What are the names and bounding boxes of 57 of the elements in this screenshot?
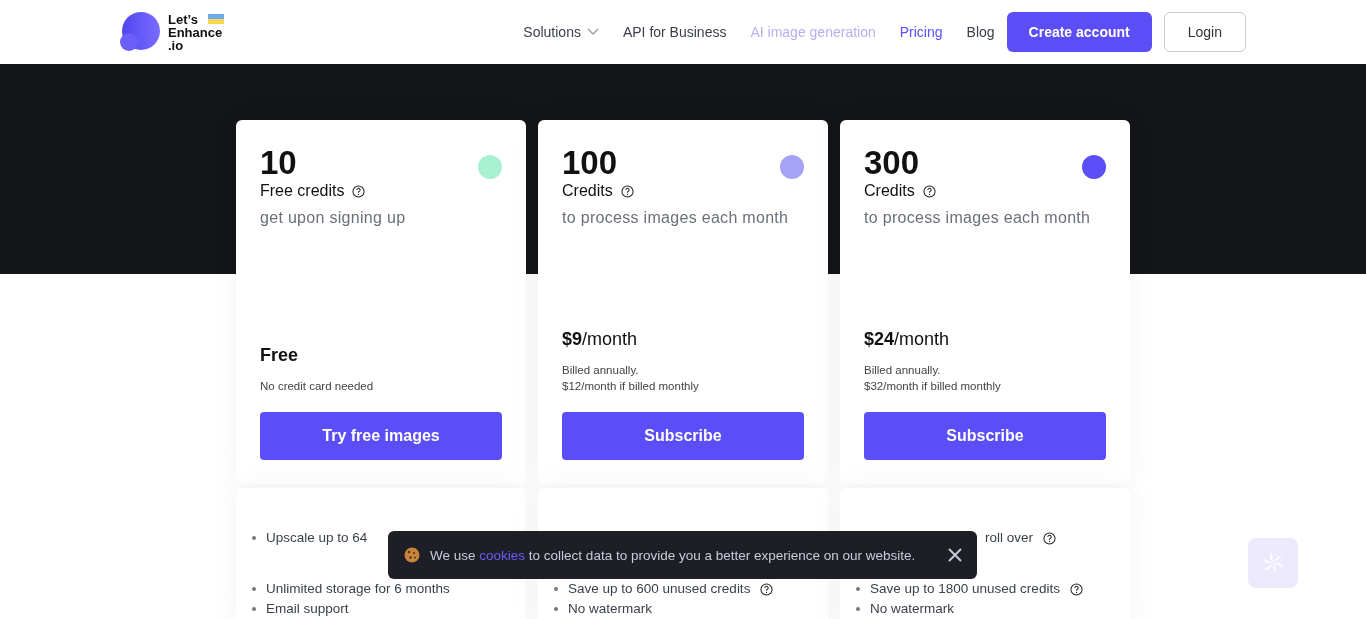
logo-icon[interactable] (120, 12, 162, 52)
bullet-icon (252, 587, 256, 591)
feature-text: Save up to 600 unused credits (568, 581, 751, 597)
plan-price: Free (260, 345, 300, 366)
cookies-link[interactable]: cookies (479, 547, 526, 563)
feature-text: No watermark (568, 601, 653, 617)
credit-amount: 100 (562, 146, 618, 180)
subscribe-button[interactable]: Subscribe (562, 412, 804, 460)
feature-text: Email support (266, 601, 349, 617)
plan-description: to process images each month (864, 209, 1092, 227)
plan-price: $9/month (562, 329, 639, 350)
help-icon[interactable] (352, 184, 366, 198)
help-icon[interactable] (760, 582, 774, 596)
try-free-button[interactable]: Try free images (260, 412, 502, 460)
flag-icon (207, 14, 224, 24)
help-icon[interactable] (922, 184, 936, 198)
feature-text: roll over (985, 530, 1033, 546)
nav-link[interactable]: Pricing (899, 24, 943, 40)
cookie-message: We use cookies to collect data to provide you a better experience on our website. (430, 547, 917, 563)
logo-text[interactable]: Let’s (168, 12, 198, 26)
login-button[interactable]: Login (1163, 12, 1246, 52)
help-icon[interactable] (1069, 582, 1083, 596)
feature-text: Upscale up to 64 (266, 530, 368, 546)
credits-label: Credits (864, 182, 915, 200)
close-icon[interactable] (947, 547, 963, 563)
billing-note: $32/month if billed monthly (864, 379, 1002, 394)
billing-note: Billed annually. (562, 363, 640, 378)
nav-link[interactable]: Blog (966, 24, 995, 40)
feature-text: Save up to 1800 unused credits (870, 581, 1060, 597)
billing-note: $12/month if billed monthly (562, 379, 700, 394)
subscribe-button[interactable]: Subscribe (864, 412, 1106, 460)
bullet-icon (554, 587, 558, 591)
logo-text[interactable]: Enhance (168, 25, 224, 39)
bullet-icon (252, 536, 256, 540)
bullet-icon (856, 587, 860, 591)
credits-label: Credits (562, 182, 613, 200)
feature-text: Unlimited storage for 6 months (266, 581, 450, 597)
chevron-down-icon (586, 28, 599, 36)
bullet-icon (252, 607, 256, 611)
help-icon[interactable] (620, 184, 634, 198)
credit-amount: 10 (260, 146, 297, 180)
billing-note: Billed annually. (864, 363, 942, 378)
help-icon[interactable] (1043, 531, 1056, 545)
bullet-icon (856, 607, 860, 611)
credit-amount: 300 (864, 146, 920, 180)
plan-description: get upon signing up (260, 209, 407, 227)
logo-text[interactable]: .io (168, 38, 224, 52)
plan-description: to process images each month (562, 209, 790, 227)
feature-text: No watermark (870, 601, 955, 617)
create-account-button[interactable]: Create account (1006, 12, 1152, 52)
nav-link[interactable]: API for Business (622, 24, 727, 40)
nav-link[interactable]: Solutions (523, 24, 599, 40)
bullet-icon (554, 607, 558, 611)
cookie-icon (404, 547, 420, 563)
billing-note: No credit card needed (260, 379, 375, 394)
plan-price: $24/month (864, 329, 951, 350)
credits-label: Free credits (260, 182, 345, 200)
